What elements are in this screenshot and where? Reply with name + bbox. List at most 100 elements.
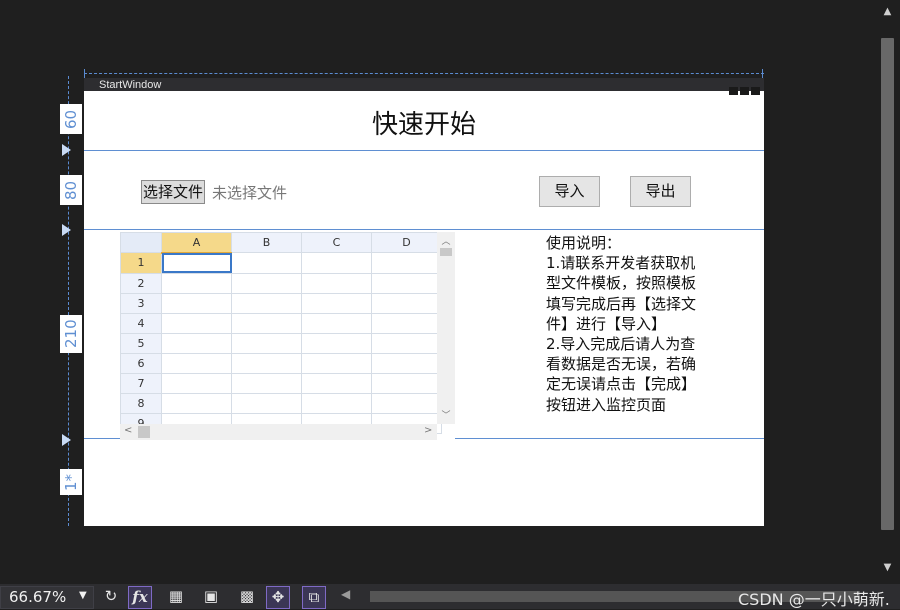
cell[interactable]: [161, 312, 232, 334]
row-header[interactable]: 2: [120, 272, 162, 294]
cell[interactable]: [231, 252, 302, 274]
cell[interactable]: [301, 292, 372, 314]
row-header[interactable]: 1: [120, 252, 162, 274]
sheet-horizontal-scrollbar[interactable]: < >: [120, 424, 437, 440]
cell[interactable]: [371, 272, 442, 294]
cell[interactable]: [301, 312, 372, 334]
designer-vertical-scrollbar[interactable]: ▲ ▼: [875, 0, 900, 584]
instruction-line: 看数据是否无误，若确: [546, 355, 697, 374]
cell[interactable]: [231, 292, 302, 314]
cell[interactable]: [301, 372, 372, 394]
cell[interactable]: [371, 372, 442, 394]
instruction-line: 填写完成后再【选择文: [546, 294, 697, 313]
scroll-down-icon[interactable]: ▼: [875, 558, 900, 578]
row-splitter-handle[interactable]: [62, 224, 71, 236]
spreadsheet-grid[interactable]: A B C D 1 2 3 4 5 6 7 8 9 ︿ ﹀ < >: [120, 232, 455, 440]
snap-to-gridlines-icon[interactable]: ✥: [266, 586, 290, 609]
chevron-up-icon[interactable]: ︿: [437, 234, 455, 247]
cell[interactable]: [301, 352, 372, 374]
column-header[interactable]: B: [231, 232, 302, 253]
cell[interactable]: [161, 272, 232, 294]
cell[interactable]: [231, 352, 302, 374]
grid-toggle-icon[interactable]: ▦: [165, 586, 187, 607]
row-header[interactable]: 7: [120, 372, 162, 394]
close-icon[interactable]: [751, 87, 760, 95]
scrollbar-thumb[interactable]: [138, 426, 150, 438]
watermark: CSDN @一只小萌新.: [738, 590, 890, 609]
cell-a1[interactable]: [161, 252, 232, 274]
cell[interactable]: [301, 252, 372, 274]
cell[interactable]: [371, 392, 442, 414]
instruction-line: 定无误请点击【完成】: [546, 375, 697, 394]
instruction-line: 1.请联系开发者获取机: [546, 254, 696, 273]
row-height-label[interactable]: 80: [60, 175, 82, 205]
instruction-line: 2.导入完成后请人为查: [546, 335, 696, 354]
minimize-icon[interactable]: [729, 87, 738, 95]
cell[interactable]: [301, 392, 372, 414]
cell[interactable]: [161, 392, 232, 414]
cell[interactable]: [231, 372, 302, 394]
zoom-select[interactable]: 66.67% ▼: [0, 586, 94, 609]
cell[interactable]: [161, 332, 232, 354]
cell[interactable]: [231, 272, 302, 294]
snap-to-snaplines-icon[interactable]: ⧉: [302, 586, 326, 609]
row-header[interactable]: 6: [120, 352, 162, 374]
export-button[interactable]: 导出: [630, 176, 691, 207]
select-all-corner[interactable]: [120, 232, 162, 253]
scroll-left-icon[interactable]: ◀: [341, 587, 350, 601]
column-header[interactable]: A: [161, 232, 232, 254]
ruler-tick: [84, 69, 85, 78]
cell[interactable]: [231, 392, 302, 414]
cell[interactable]: [371, 352, 442, 374]
scrollbar-thumb[interactable]: [440, 248, 452, 256]
usage-instructions: 使用说明： 1.请联系开发者获取机 型文件模板，按照模板 填写完成后再【选择文 …: [546, 233, 718, 415]
chevron-down-icon[interactable]: ﹀: [437, 408, 455, 421]
cell[interactable]: [301, 332, 372, 354]
cell[interactable]: [231, 312, 302, 334]
grid-row-divider: [84, 229, 764, 230]
cell[interactable]: [371, 292, 442, 314]
scroll-up-icon[interactable]: ▲: [875, 2, 900, 22]
cell[interactable]: [371, 252, 442, 274]
grid-row-divider: [84, 150, 764, 151]
cell[interactable]: [301, 272, 372, 294]
maximize-icon[interactable]: [740, 87, 749, 95]
row-height-label[interactable]: 60: [60, 104, 82, 134]
file-status-text: 未选择文件: [212, 184, 288, 202]
chevron-left-icon[interactable]: <: [124, 425, 132, 436]
cell[interactable]: [371, 332, 442, 354]
sheet-vertical-scrollbar[interactable]: ︿ ﹀: [437, 232, 455, 424]
cell[interactable]: [161, 292, 232, 314]
artboard-icon[interactable]: ▣: [200, 586, 222, 607]
row-splitter-handle[interactable]: [62, 144, 71, 156]
instruction-line: 型文件模板，按照模板: [546, 274, 697, 293]
window-titlebar: StartWindow: [84, 78, 764, 95]
row-height-label[interactable]: 1*: [60, 469, 82, 495]
chevron-right-icon[interactable]: >: [424, 425, 432, 436]
zoom-value: 66.67%: [9, 588, 67, 606]
row-height-label[interactable]: 210: [60, 315, 82, 353]
row-splitter-handle[interactable]: [62, 434, 71, 446]
row-header[interactable]: 8: [120, 392, 162, 414]
column-header[interactable]: C: [301, 232, 372, 253]
import-button[interactable]: 导入: [539, 176, 600, 207]
chevron-down-icon[interactable]: ▼: [79, 590, 87, 601]
cell[interactable]: [371, 312, 442, 334]
choose-file-button[interactable]: 选择文件: [141, 180, 206, 204]
window-title: StartWindow: [99, 79, 162, 91]
row-header[interactable]: 4: [120, 312, 162, 334]
scrollbar-thumb[interactable]: [881, 38, 894, 530]
cell[interactable]: [161, 352, 232, 374]
refresh-icon[interactable]: ↻: [100, 586, 122, 607]
instruction-line: 件】进行【导入】: [546, 314, 667, 333]
design-window: StartWindow 快速开始 选择文件 未选择文件 导入 导出 A B C …: [84, 78, 764, 526]
instruction-line: 使用说明：: [546, 234, 622, 252]
row-header[interactable]: 5: [120, 332, 162, 354]
cell[interactable]: [161, 372, 232, 394]
effects-icon[interactable]: fx: [128, 586, 152, 609]
cell[interactable]: [231, 332, 302, 354]
ruler-tick: [762, 69, 763, 78]
row-header[interactable]: 3: [120, 292, 162, 314]
column-header[interactable]: D: [371, 232, 442, 253]
checkerboard-icon[interactable]: ▩: [236, 586, 258, 607]
